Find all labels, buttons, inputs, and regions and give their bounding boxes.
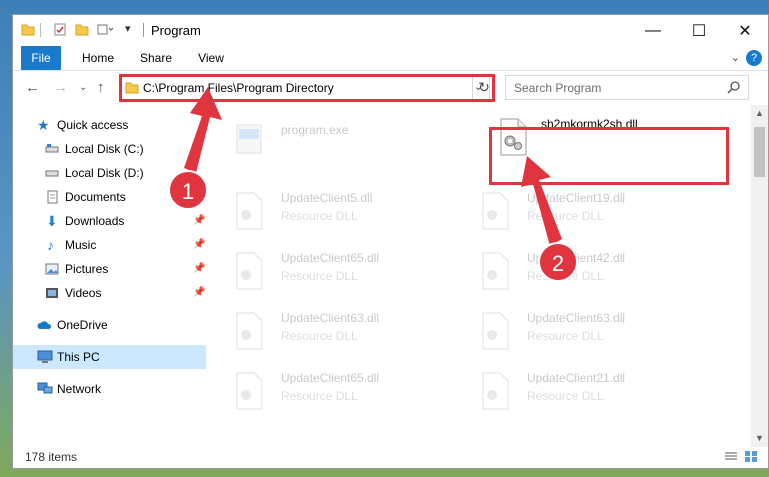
- callout-badge-1: 1: [168, 170, 208, 210]
- callout-badge-2: 2: [538, 242, 578, 282]
- callout-arrows: [184, 87, 562, 246]
- arrow-to-address-bar: [184, 87, 222, 173]
- arrow-to-dll-file: [521, 156, 562, 246]
